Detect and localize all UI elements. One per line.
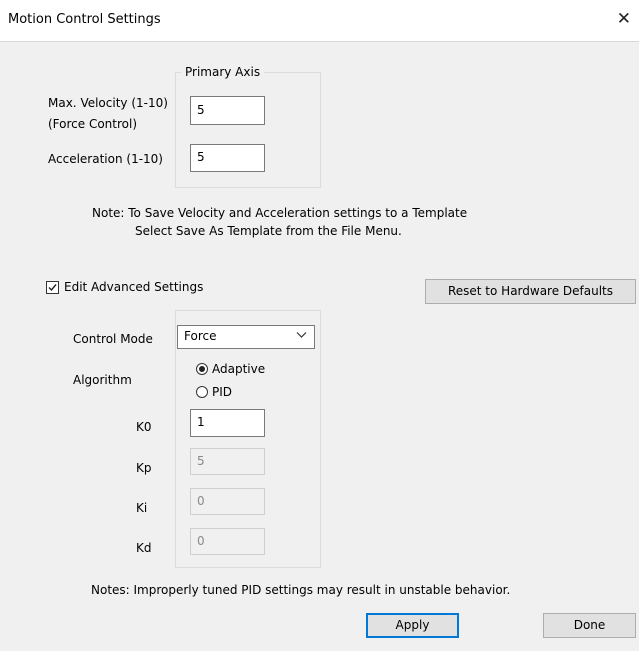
- primary-axis-label: Primary Axis: [181, 65, 265, 79]
- control-mode-value: Force: [184, 329, 217, 343]
- ki-label: Ki: [136, 501, 148, 515]
- k0-input[interactable]: 1: [190, 409, 265, 437]
- chevron-down-icon: [296, 329, 307, 343]
- note-line-1: Note: To Save Velocity and Acceleration …: [92, 206, 468, 220]
- ki-input: 0: [190, 488, 265, 515]
- kd-input: 0: [190, 528, 265, 555]
- k0-label: K0: [136, 420, 152, 434]
- window-title: Motion Control Settings: [8, 12, 161, 27]
- apply-button[interactable]: Apply: [366, 613, 459, 638]
- control-mode-label: Control Mode: [73, 332, 153, 346]
- pid-radio[interactable]: [196, 386, 208, 398]
- kd-label: Kd: [136, 541, 152, 555]
- algorithm-label: Algorithm: [73, 373, 132, 387]
- max-velocity-input[interactable]: 5: [190, 96, 265, 125]
- reset-to-defaults-button[interactable]: Reset to Hardware Defaults: [425, 279, 636, 304]
- title-bar: Motion Control Settings ✕: [0, 0, 639, 42]
- footer-note: Notes: Improperly tuned PID settings may…: [91, 583, 511, 597]
- close-icon[interactable]: ✕: [617, 9, 631, 29]
- force-control-label: (Force Control): [48, 117, 138, 131]
- pid-label[interactable]: PID: [212, 385, 232, 399]
- adaptive-radio[interactable]: [196, 363, 208, 375]
- acceleration-input[interactable]: 5: [190, 144, 265, 172]
- edit-advanced-checkbox[interactable]: [46, 281, 59, 294]
- checkmark-icon: [48, 284, 57, 292]
- acceleration-label: Acceleration (1-10): [48, 152, 163, 166]
- done-button[interactable]: Done: [543, 613, 636, 638]
- kp-input: 5: [190, 448, 265, 475]
- note-line-2: Select Save As Template from the File Me…: [135, 224, 402, 238]
- control-mode-dropdown[interactable]: Force: [177, 325, 315, 349]
- max-velocity-label: Max. Velocity (1-10): [48, 96, 168, 110]
- adaptive-label[interactable]: Adaptive: [212, 362, 265, 376]
- kp-label: Kp: [136, 461, 152, 475]
- edit-advanced-label[interactable]: Edit Advanced Settings: [64, 280, 203, 294]
